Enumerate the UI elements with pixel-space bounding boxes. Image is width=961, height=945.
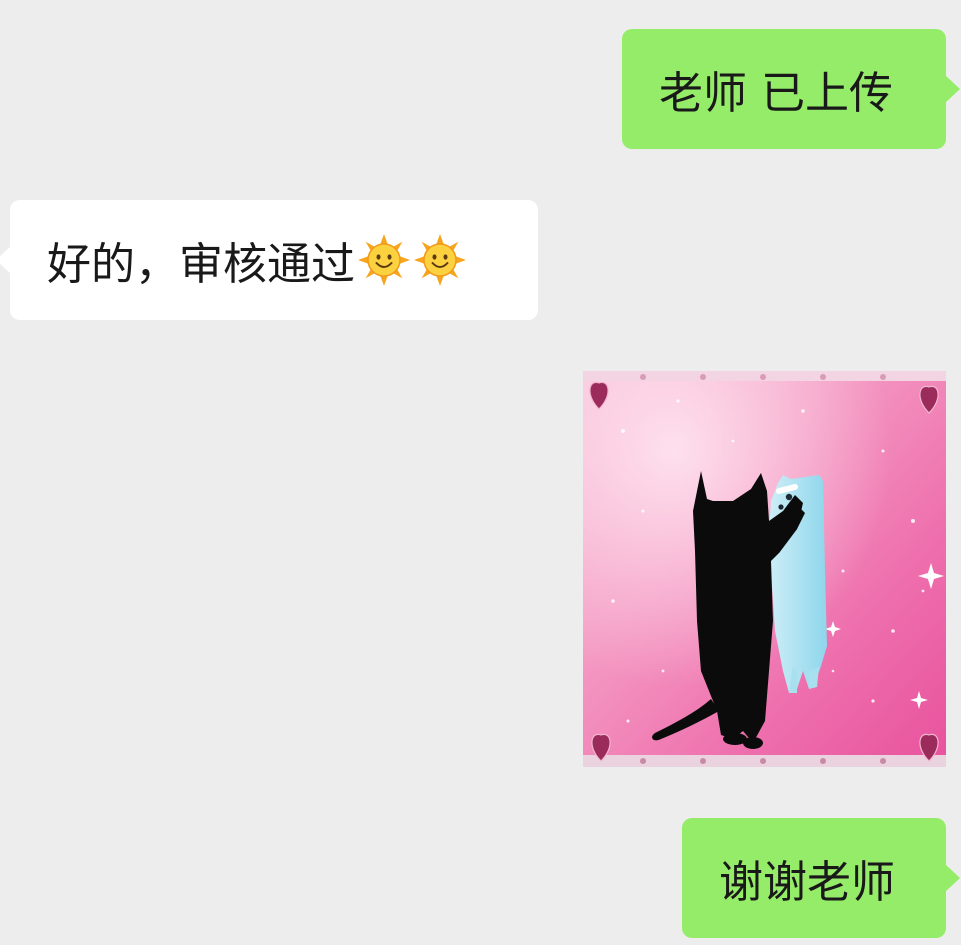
bubble-tail bbox=[945, 75, 960, 103]
sun-with-face-icon bbox=[358, 234, 410, 286]
cat-sticker-picture bbox=[583, 371, 946, 767]
message-text: 谢谢老师 bbox=[719, 857, 895, 908]
bubble-tail bbox=[0, 246, 11, 274]
sticker-image[interactable] bbox=[583, 371, 946, 767]
sun-with-face-icon bbox=[414, 234, 466, 286]
message-bubble-incoming[interactable]: 好的，审核通过 bbox=[0, 200, 538, 320]
message-bubble-outgoing[interactable]: 老师 已上传 bbox=[622, 29, 960, 149]
message-text: 老师 已上传 bbox=[659, 68, 893, 119]
message-bubble-outgoing[interactable]: 谢谢老师 bbox=[682, 818, 960, 938]
message-text: 好的，审核通过 bbox=[47, 239, 355, 290]
bubble-tail bbox=[945, 864, 960, 892]
